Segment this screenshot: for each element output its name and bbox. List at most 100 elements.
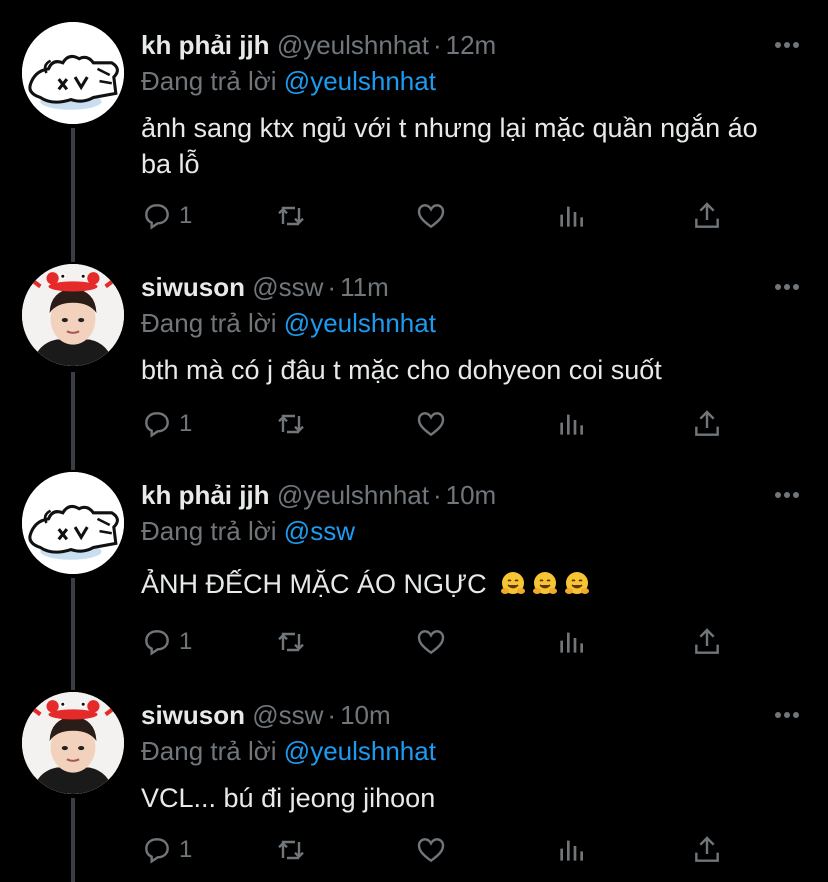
share-icon (695, 836, 719, 862)
replying-to-label: Đang trả lời (141, 308, 277, 338)
tweet-header: kh phải jjh @yeulshnhat · 12m (141, 28, 496, 62)
handle[interactable]: @ssw (252, 272, 323, 302)
share-button[interactable] (691, 830, 723, 870)
more-options-button[interactable] (774, 36, 800, 54)
handle[interactable]: @ssw (252, 700, 323, 730)
action-bar: 1 (141, 196, 741, 236)
heart-icon (417, 630, 445, 655)
more-horizontal-icon (775, 42, 799, 48)
hugging-face-emoji-icon (533, 572, 558, 594)
avatar[interactable] (22, 472, 124, 574)
handle[interactable]: @yeulshnhat (277, 480, 429, 510)
retweet-button[interactable] (275, 404, 307, 444)
analytics-icon (560, 414, 583, 435)
reply-button[interactable]: 1 (141, 622, 192, 662)
tweet[interactable]: siwuson @ssw · 10m Đang trả lời @yeulshnha… (0, 692, 828, 882)
tweet-text: VCL... bú đi jeong jihoon (141, 783, 436, 813)
analytics-icon (560, 840, 583, 861)
retweet-button[interactable] (275, 830, 307, 870)
timestamp[interactable]: 10m (446, 480, 497, 510)
replying-to: Đang trả lời @yeulshnhat (141, 306, 436, 340)
replying-to-label: Đang trả lời (141, 516, 277, 546)
more-horizontal-icon (775, 712, 799, 718)
display-name[interactable]: kh phải jjh (141, 480, 270, 510)
mention-link[interactable]: @yeulshnhat (284, 736, 436, 766)
replying-to: Đang trả lời @yeulshnhat (141, 734, 436, 768)
tweet-header: siwuson @ssw · 10m (141, 698, 391, 732)
replying-to-label: Đang trả lời (141, 66, 277, 96)
tweet-text-content: ẢNH ĐẾCH MẶC ÁO NGỰC (141, 569, 487, 599)
avatar[interactable] (22, 22, 124, 124)
mention-link[interactable]: @yeulshnhat (284, 308, 436, 338)
person-with-crab-headband-icon (22, 692, 124, 794)
share-icon (695, 628, 719, 654)
timestamp[interactable]: 11m (340, 272, 389, 302)
reply-button[interactable]: 1 (141, 196, 192, 236)
separator: · (432, 30, 442, 60)
share-button[interactable] (691, 404, 723, 444)
hugging-face-emoji-icon (565, 572, 590, 594)
reply-count: 1 (179, 836, 193, 863)
analytics-button[interactable] (555, 404, 587, 444)
replying-to-label: Đang trả lời (141, 736, 277, 766)
share-icon (695, 202, 719, 228)
retweet-button[interactable] (275, 622, 307, 662)
retweet-icon (278, 632, 304, 652)
share-icon (695, 410, 719, 436)
retweet-button[interactable] (275, 196, 307, 236)
like-button[interactable] (415, 404, 447, 444)
like-button[interactable] (415, 622, 447, 662)
reply-count: 1 (179, 410, 193, 437)
reply-count: 1 (179, 628, 193, 655)
more-horizontal-icon (775, 492, 799, 498)
display-name[interactable]: kh phải jjh (141, 30, 270, 60)
reply-icon (145, 412, 169, 438)
like-button[interactable] (415, 830, 447, 870)
analytics-icon (560, 206, 583, 227)
heart-icon (417, 838, 445, 863)
timestamp[interactable]: 10m (340, 700, 391, 730)
action-bar: 1 (141, 404, 741, 444)
heart-icon (417, 204, 445, 229)
tweet-text: ảnh sang ktx ngủ với t nhưng lại mặc quầ… (141, 113, 758, 179)
tweet-text: bth mà có j đâu t mặc cho dohyeon coi su… (141, 355, 662, 385)
tweet-header: kh phải jjh @yeulshnhat · 10m (141, 478, 496, 512)
analytics-button[interactable] (555, 196, 587, 236)
analytics-button[interactable] (555, 622, 587, 662)
mention-link[interactable]: @ssw (284, 516, 355, 546)
retweet-icon (278, 840, 304, 860)
replying-to: Đang trả lời @ssw (141, 514, 355, 548)
avatar[interactable] (22, 692, 124, 794)
hugging-face-emoji-icon (501, 572, 526, 594)
replying-to: Đang trả lời @yeulshnhat (141, 64, 436, 98)
retweet-icon (278, 206, 304, 226)
separator: · (432, 480, 442, 510)
reply-count: 1 (179, 202, 193, 229)
analytics-button[interactable] (555, 830, 587, 870)
mention-link[interactable]: @yeulshnhat (284, 66, 436, 96)
tweet-text: ẢNH ĐẾCH MẶC ÁO NGỰC (141, 566, 791, 602)
share-button[interactable] (691, 622, 723, 662)
more-options-button[interactable] (774, 706, 800, 724)
tweet-header: siwuson @ssw · 11m (141, 270, 389, 304)
reply-icon (145, 630, 169, 656)
like-button[interactable] (415, 196, 447, 236)
display-name[interactable]: siwuson (141, 700, 245, 730)
reply-icon (145, 838, 169, 864)
more-options-button[interactable] (774, 486, 800, 504)
tweet[interactable]: kh phải jjh @yeulshnhat · 12m Đang trả lời… (0, 22, 828, 242)
tweet[interactable]: kh phải jjh @yeulshnhat · 10m Đang trả lời… (0, 472, 828, 682)
handle[interactable]: @yeulshnhat (277, 30, 429, 60)
reply-button[interactable]: 1 (141, 830, 192, 870)
tweet[interactable]: siwuson @ssw · 11m Đang trả lời @yeulshnha… (0, 264, 828, 464)
reply-icon (145, 204, 169, 230)
share-button[interactable] (691, 196, 723, 236)
more-options-button[interactable] (774, 278, 800, 296)
display-name[interactable]: siwuson (141, 272, 245, 302)
avatar[interactable] (22, 264, 124, 366)
reply-button[interactable]: 1 (141, 404, 192, 444)
drawn-creature-icon (22, 472, 124, 574)
more-horizontal-icon (775, 284, 799, 290)
timestamp[interactable]: 12m (446, 30, 497, 60)
drawn-creature-icon (22, 22, 124, 124)
